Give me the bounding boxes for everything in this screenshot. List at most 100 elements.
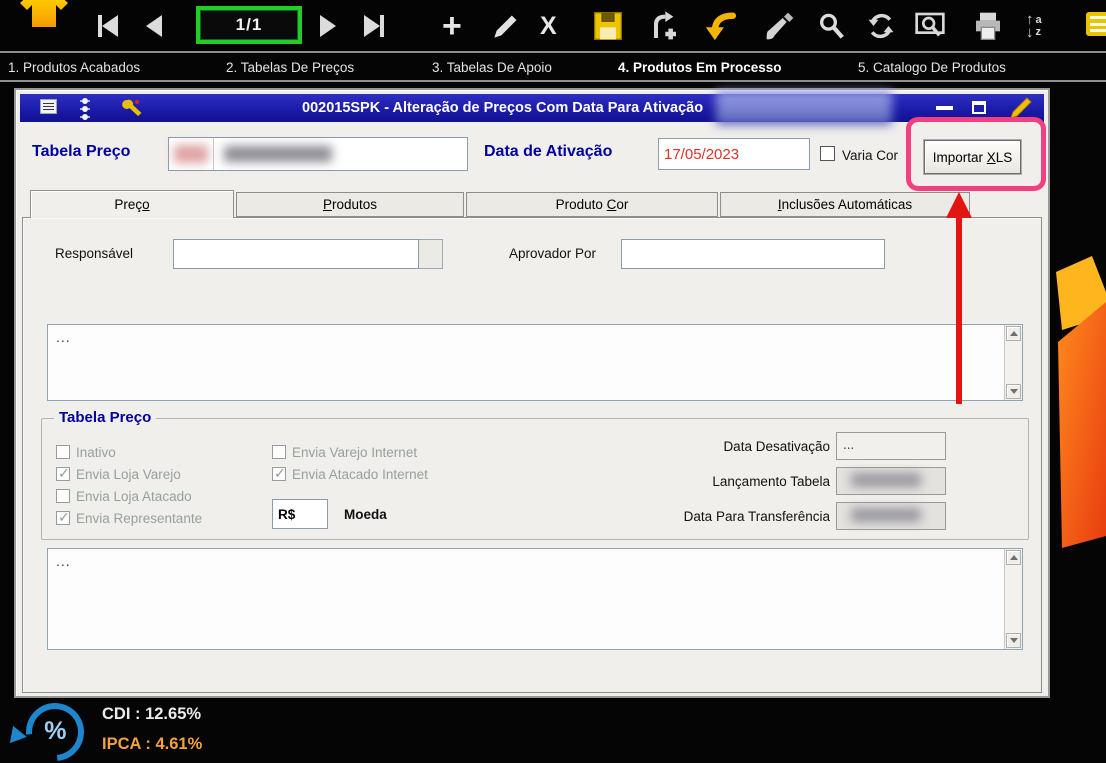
- rates-refresh-percent-icon: %: [4, 691, 96, 763]
- checkbox-label: Envia Loja Atacado: [76, 488, 192, 504]
- maximize-button[interactable]: [972, 101, 986, 114]
- scroll-up-icon[interactable]: [1006, 550, 1021, 565]
- module-tab-produtos-acabados[interactable]: 1. Produtos Acabados: [8, 60, 140, 75]
- copy-arrow-button[interactable]: [648, 8, 680, 44]
- shirt-logo-icon: [18, 0, 70, 33]
- red-arrow-head: [946, 192, 972, 218]
- varia-cor-checkbox[interactable]: [820, 146, 835, 161]
- checkbox-box[interactable]: [272, 465, 286, 482]
- checkbox-inativo[interactable]: Inativo: [56, 443, 116, 461]
- module-tab-tabelas-de-precos[interactable]: 2. Tabelas De Preços: [226, 60, 354, 75]
- groupbox-caption: Tabela Preço: [54, 409, 157, 426]
- checkbox-envia-representante[interactable]: Envia Representante: [56, 509, 202, 527]
- edit-pencil-button[interactable]: [492, 8, 520, 44]
- responsavel-label: Responsável: [55, 246, 134, 261]
- preco-tab-panel: Responsável Aprovador Por ... Tabela Pre…: [22, 217, 1042, 693]
- scroll-up-icon[interactable]: [1006, 326, 1021, 341]
- delete-x-button[interactable]: X: [540, 8, 557, 44]
- checkbox-envia-atacado-internet[interactable]: Envia Atacado Internet: [272, 465, 428, 483]
- red-arrow-line: [956, 216, 962, 404]
- preview-icon-button[interactable]: [914, 8, 946, 44]
- form-icon[interactable]: [40, 99, 57, 114]
- undo-arrow-button[interactable]: [702, 8, 738, 44]
- save-floppy-button[interactable]: [592, 8, 624, 44]
- module-tab-strip: 1. Produtos Acabados 2. Tabelas De Preço…: [0, 55, 1106, 82]
- scroll-down-icon[interactable]: [1006, 633, 1021, 648]
- checkbox-box[interactable]: [56, 509, 70, 526]
- checkbox-envia-loja-atacado[interactable]: Envia Loja Atacado: [56, 487, 192, 505]
- checkbox-box[interactable]: [56, 489, 70, 503]
- cdi-rate-text: CDI : 12.65%: [102, 705, 202, 723]
- redacted-table-description: [224, 146, 332, 162]
- ipca-rate-text: IPCA : 4.61%: [102, 735, 203, 753]
- tab-inclusoes-automaticas[interactable]: Inclusões Automáticas: [720, 192, 970, 217]
- wallpaper-flame-graphic: [1056, 256, 1106, 548]
- wrench-icon[interactable]: [122, 98, 144, 121]
- nav-first-button[interactable]: [98, 8, 118, 44]
- observacoes-memo-bottom[interactable]: ...: [47, 548, 1023, 650]
- observacoes-memo-top[interactable]: ...: [47, 324, 1023, 401]
- checkbox-label: Envia Representante: [76, 510, 203, 526]
- data-ativacao-label: Data de Ativação: [484, 143, 613, 160]
- tab-preco[interactable]: Preço: [30, 190, 234, 218]
- tabela-preco-input[interactable]: [168, 137, 468, 171]
- checkbox-label: Envia Varejo Internet: [292, 444, 418, 460]
- lancamento-tabela-field[interactable]: [836, 467, 946, 495]
- data-desativacao-label: Data Desativação: [723, 439, 830, 454]
- module-tab-catalogo-de-produtos[interactable]: 5. Catalogo De Produtos: [858, 60, 1006, 75]
- sort-az-icon-button[interactable]: ↑ ↓ az: [1026, 8, 1042, 44]
- responsavel-input[interactable]: [173, 239, 419, 269]
- aprovador-label: Aprovador Por: [509, 246, 597, 261]
- minimize-button[interactable]: [936, 106, 953, 110]
- add-button[interactable]: +: [442, 7, 462, 45]
- search-icon-button[interactable]: [816, 8, 846, 44]
- data-transferencia-field[interactable]: [836, 502, 946, 530]
- tabela-preco-groupbox: Tabela Preço Inativo Envia Loja Varejo E…: [41, 409, 1029, 540]
- checkbox-envia-varejo-internet[interactable]: Envia Varejo Internet: [272, 443, 417, 461]
- nav-next-button[interactable]: [320, 8, 336, 44]
- menu-list-icon[interactable]: [1086, 12, 1106, 36]
- refresh-arrow-head: [4, 722, 27, 744]
- checkbox-envia-loja-varejo[interactable]: Envia Loja Varejo: [56, 465, 181, 483]
- window-title: 002015SPK - Alteração de Preços Com Data…: [302, 100, 704, 116]
- moeda-label: Moeda: [344, 507, 387, 522]
- checkbox-box[interactable]: [272, 445, 286, 459]
- data-transferencia-label: Data Para Transferência: [683, 509, 830, 524]
- nav-last-button[interactable]: [364, 8, 384, 44]
- memo-top-text: ...: [56, 329, 71, 345]
- traffic-light-icon[interactable]: [82, 98, 88, 120]
- varia-cor-label: Varia Cor: [842, 148, 899, 163]
- brush-icon-button[interactable]: [764, 8, 796, 44]
- page-indicator-text: 1/1: [235, 15, 263, 34]
- memo-bottom-text: ...: [56, 553, 71, 569]
- price-change-window: 002015SPK - Alteração de Preços Com Data…: [14, 88, 1050, 698]
- refresh-icon-button[interactable]: [866, 8, 896, 44]
- aprovador-input[interactable]: [621, 239, 885, 269]
- checkbox-label: Envia Loja Varejo: [76, 466, 181, 482]
- redacted-company-name: [716, 91, 892, 125]
- redacted-lancamento-value: [851, 473, 921, 487]
- memo-top-scrollbar[interactable]: [1004, 325, 1022, 400]
- module-tab-produtos-em-processo[interactable]: 4. Produtos Em Processo: [618, 60, 782, 75]
- data-ativacao-input[interactable]: [658, 138, 810, 170]
- data-desativacao-field[interactable]: ...: [836, 432, 946, 460]
- checkbox-box[interactable]: [56, 465, 70, 482]
- main-toolbar: 1/1 + X ↑ ↓ a z: [0, 0, 1106, 53]
- module-tab-tabelas-de-apoio[interactable]: 3. Tabelas De Apoio: [432, 60, 552, 75]
- nav-prev-button[interactable]: [146, 8, 162, 44]
- percent-symbol: %: [44, 717, 67, 746]
- responsavel-input-tail: [419, 239, 443, 269]
- memo-bottom-scrollbar[interactable]: [1004, 549, 1022, 649]
- checkbox-box[interactable]: [56, 445, 70, 459]
- importar-xls-button[interactable]: Importar XLS: [924, 140, 1021, 174]
- moeda-input[interactable]: [272, 499, 328, 529]
- print-icon-button[interactable]: [972, 8, 1004, 44]
- lancamento-tabela-label: Lançamento Tabela: [712, 474, 830, 489]
- tabela-preco-label: Tabela Preço: [32, 143, 131, 160]
- scroll-down-icon[interactable]: [1006, 384, 1021, 399]
- tab-produto-cor[interactable]: Produto Cor: [466, 192, 718, 217]
- checkbox-label: Inativo: [76, 444, 116, 460]
- tab-produtos[interactable]: Produtos: [236, 192, 464, 217]
- record-page-indicator: 1/1: [196, 6, 302, 44]
- edit-pencil-title-icon[interactable]: [1006, 96, 1032, 123]
